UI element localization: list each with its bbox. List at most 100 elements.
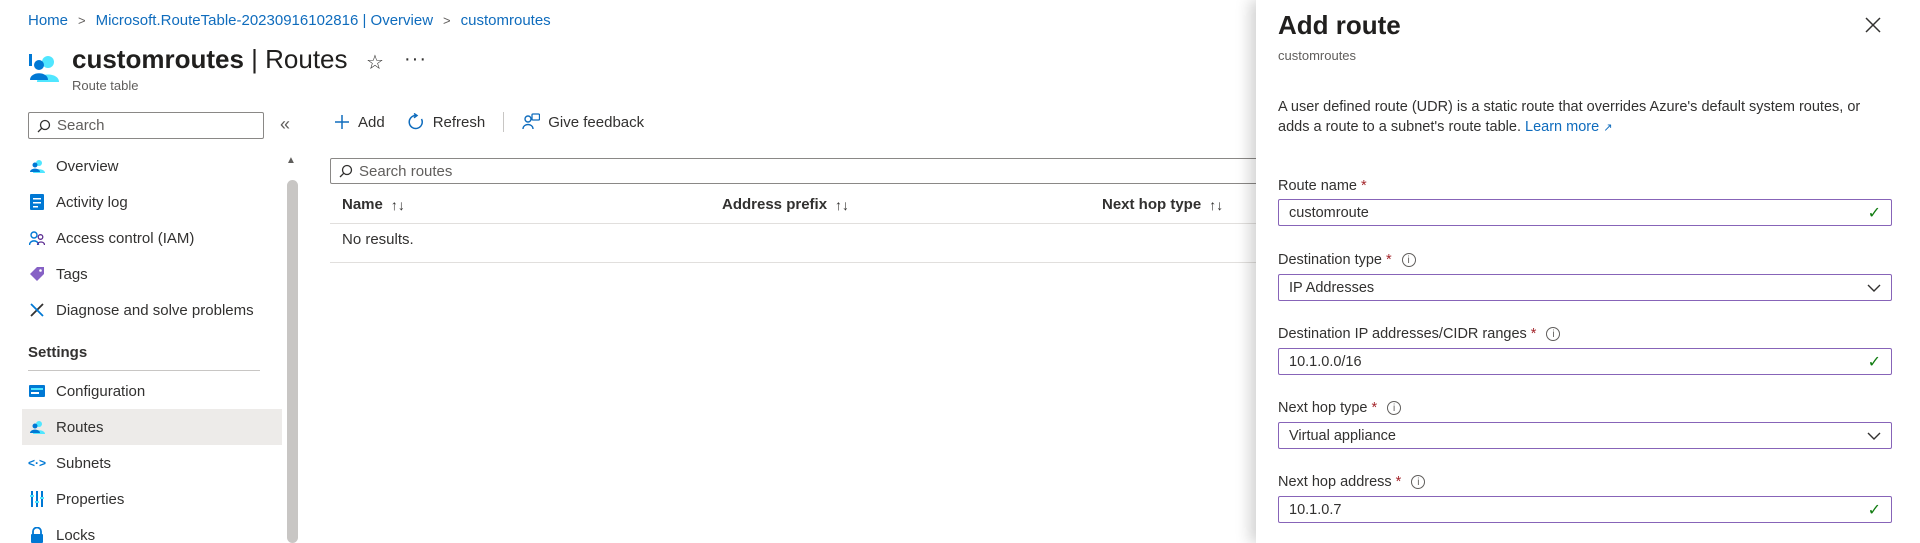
- nav-item-tags[interactable]: Tags: [22, 256, 282, 292]
- resource-type: Route table: [72, 78, 139, 93]
- learn-more-label: Learn more: [1525, 119, 1600, 135]
- routes-table-header: Name ↑↓ Address prefix ↑↓ Next hop type ↑↓: [330, 190, 1260, 224]
- route-table-icon: [28, 52, 60, 84]
- nav-item-overview[interactable]: Overview: [22, 148, 282, 184]
- column-header-next-hop-type[interactable]: Next hop type ↑↓: [1102, 196, 1223, 213]
- add-label: Add: [358, 113, 385, 131]
- route-name-value: customroute: [1289, 204, 1369, 221]
- route-name-field[interactable]: customroute ✓: [1278, 199, 1892, 226]
- next-hop-type-dropdown[interactable]: Virtual appliance: [1278, 422, 1892, 449]
- required-marker: *: [1361, 178, 1367, 194]
- breadcrumb-customroutes[interactable]: customroutes: [461, 12, 551, 29]
- checkmark-icon: ✓: [1867, 501, 1881, 519]
- required-marker: *: [1371, 400, 1378, 416]
- column-label: Address prefix: [722, 196, 828, 213]
- breadcrumb-route-table-overview[interactable]: Microsoft.RouteTable-20230916102816 | Ov…: [96, 12, 433, 29]
- destination-ip-label: Destination IP addresses/CIDR ranges * i: [1278, 326, 1561, 342]
- divider: [28, 370, 260, 371]
- field-label-text: Destination type: [1278, 252, 1382, 268]
- lock-icon: [28, 526, 46, 543]
- info-icon[interactable]: i: [1387, 401, 1402, 415]
- destination-type-label: Destination type * i: [1278, 252, 1416, 268]
- properties-icon: [28, 490, 46, 508]
- subnets-icon: <·>: [28, 456, 47, 470]
- learn-more-link[interactable]: Learn more ↗: [1525, 119, 1612, 135]
- configuration-icon: [28, 382, 46, 400]
- nav-item-label: Subnets: [56, 454, 112, 472]
- wrench-icon: [28, 301, 46, 319]
- plus-icon: [334, 114, 350, 130]
- collapse-nav-icon[interactable]: «: [280, 114, 290, 135]
- nav-item-label: Tags: [56, 265, 88, 283]
- column-label: Next hop type: [1102, 196, 1202, 213]
- nav-item-subnets[interactable]: <·> Subnets: [22, 445, 282, 481]
- column-header-name[interactable]: Name ↑↓: [342, 196, 405, 213]
- breadcrumb-home[interactable]: Home: [28, 12, 68, 29]
- nav-item-routes[interactable]: Routes: [22, 409, 282, 445]
- refresh-button[interactable]: Refresh: [407, 113, 485, 131]
- activity-log-icon: [28, 193, 46, 211]
- routes-search-box: [330, 158, 1260, 184]
- page-section: | Routes: [251, 44, 348, 74]
- star-icon[interactable]: ☆: [366, 50, 384, 75]
- required-marker: *: [1385, 252, 1392, 268]
- nav-section-settings: Settings: [28, 344, 88, 361]
- required-marker: *: [1530, 326, 1537, 342]
- destination-ip-field[interactable]: 10.1.0.0/16 ✓: [1278, 348, 1892, 375]
- nav-scrollbar-thumb[interactable]: [287, 180, 298, 543]
- nav-item-label: Overview: [56, 157, 119, 175]
- external-link-icon: ↗: [1603, 122, 1613, 134]
- scroll-up-arrow-icon[interactable]: ▲: [286, 155, 296, 166]
- settings-nav-list: Configuration Routes <·> Subnets Propert…: [22, 373, 282, 543]
- feedback-icon: [522, 113, 541, 131]
- info-icon[interactable]: i: [1411, 475, 1426, 489]
- nav-item-properties[interactable]: Properties: [22, 481, 282, 517]
- nav-item-label: Routes: [56, 418, 104, 436]
- nav-item-diagnose[interactable]: Diagnose and solve problems: [22, 292, 282, 328]
- chevron-right-icon: >: [78, 13, 86, 28]
- destination-type-value: IP Addresses: [1289, 279, 1375, 296]
- nav-item-locks[interactable]: Locks: [22, 517, 282, 543]
- give-feedback-button[interactable]: Give feedback: [522, 113, 644, 131]
- next-hop-type-value: Virtual appliance: [1289, 427, 1396, 444]
- nav-list: Overview Activity log Access control (IA…: [22, 148, 282, 328]
- info-icon[interactable]: i: [1546, 327, 1561, 341]
- search-icon: [339, 164, 353, 178]
- close-icon[interactable]: [1864, 16, 1884, 36]
- nav-item-label: Locks: [56, 526, 96, 543]
- people-icon: [28, 229, 46, 247]
- checkmark-icon: ✓: [1867, 204, 1881, 222]
- nav-item-activity-log[interactable]: Activity log: [22, 184, 282, 220]
- info-icon[interactable]: i: [1401, 253, 1416, 267]
- field-label-text: Route name: [1278, 178, 1357, 194]
- nav-item-label: Activity log: [56, 193, 128, 211]
- give-feedback-label: Give feedback: [548, 113, 645, 131]
- add-button[interactable]: Add: [334, 114, 385, 131]
- field-label-text: Destination IP addresses/CIDR ranges: [1278, 326, 1527, 342]
- tag-icon: [28, 265, 46, 283]
- next-hop-address-field[interactable]: 10.1.0.7 ✓: [1278, 496, 1892, 523]
- field-label-text: Next hop address: [1278, 474, 1392, 490]
- nav-search-input[interactable]: [57, 117, 247, 134]
- add-route-panel: Add route customroutes A user defined ro…: [1256, 0, 1920, 543]
- sort-icon: ↑↓: [390, 196, 405, 213]
- nav-item-label: Access control (IAM): [56, 229, 195, 247]
- required-marker: *: [1395, 474, 1402, 490]
- chevron-down-icon: [1867, 284, 1881, 292]
- next-hop-type-label: Next hop type * i: [1278, 400, 1402, 416]
- column-label: Name: [342, 196, 383, 213]
- nav-item-access-control[interactable]: Access control (IAM): [22, 220, 282, 256]
- nav-item-label: Configuration: [56, 382, 146, 400]
- field-label-text: Next hop type: [1278, 400, 1368, 416]
- chevron-right-icon: >: [443, 13, 451, 28]
- sort-icon: ↑↓: [835, 196, 850, 213]
- breadcrumb: Home > Microsoft.RouteTable-202309161028…: [28, 12, 551, 29]
- refresh-icon: [407, 113, 425, 131]
- route-name-label: Route name *: [1278, 178, 1367, 194]
- destination-type-dropdown[interactable]: IP Addresses: [1278, 274, 1892, 301]
- panel-subtitle: customroutes: [1278, 48, 1357, 63]
- routes-search-input[interactable]: [359, 162, 1239, 180]
- ellipsis-icon[interactable]: ···: [404, 48, 427, 71]
- nav-item-configuration[interactable]: Configuration: [22, 373, 282, 409]
- column-header-address-prefix[interactable]: Address prefix ↑↓: [722, 196, 849, 213]
